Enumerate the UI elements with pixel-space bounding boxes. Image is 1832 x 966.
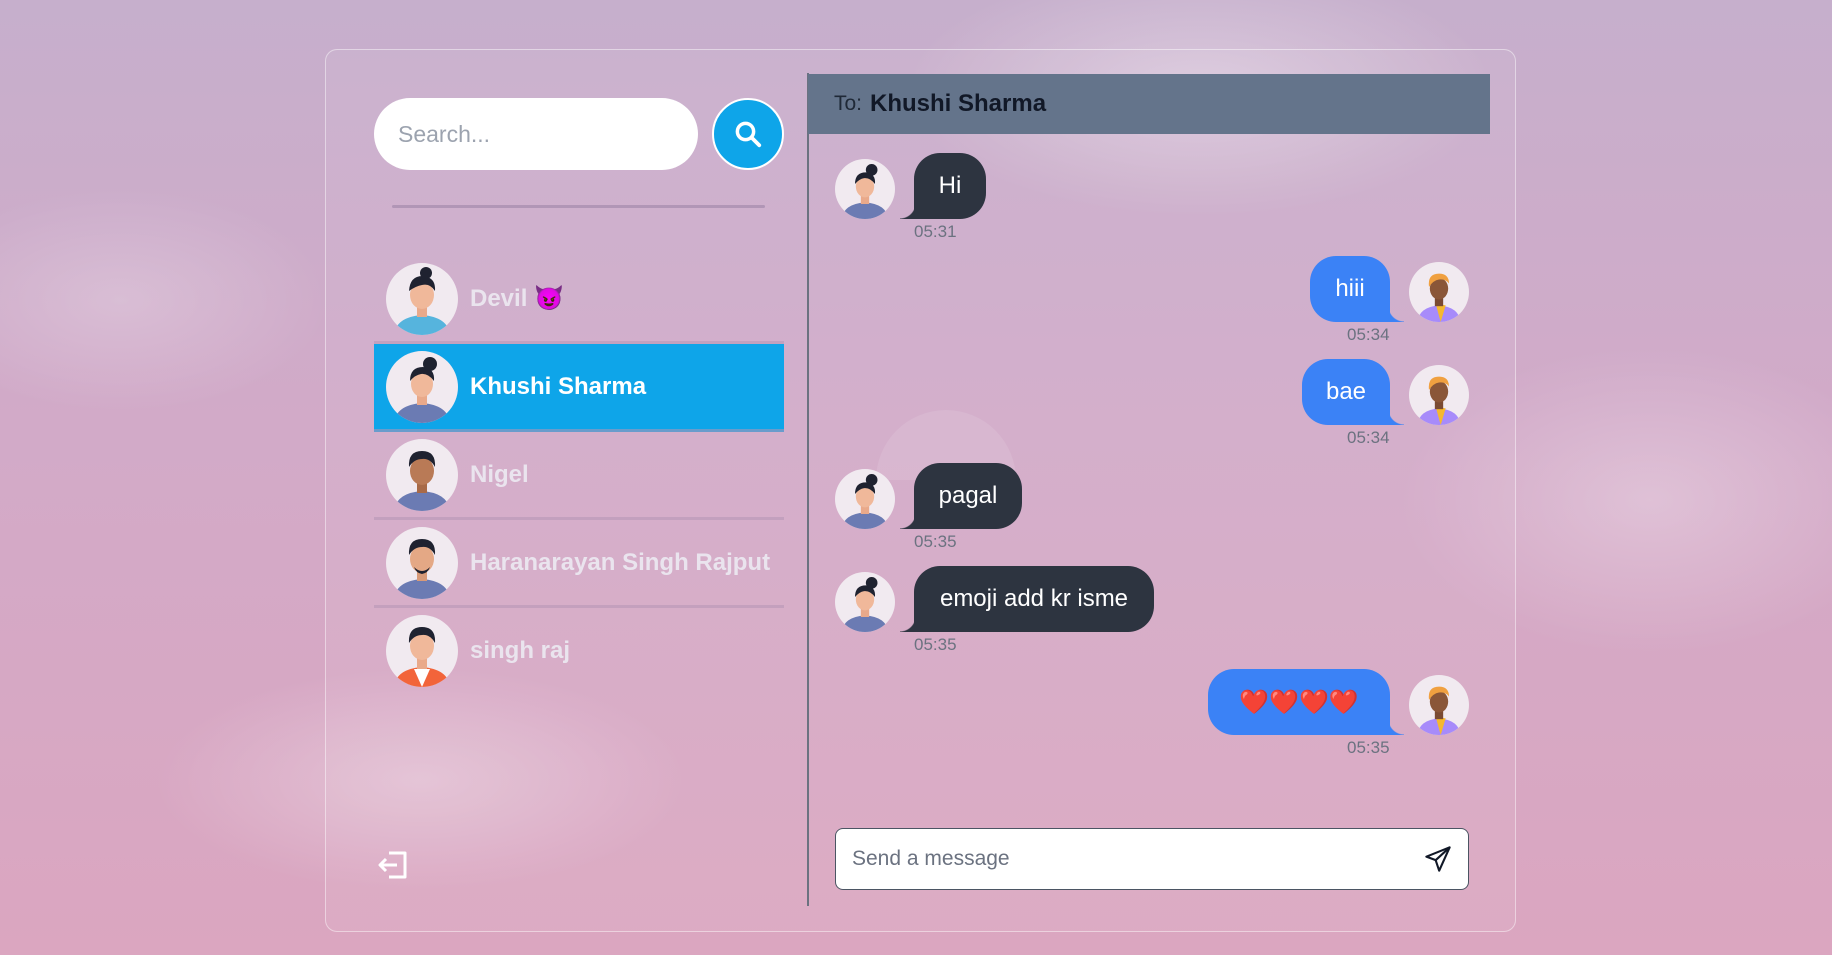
- to-label: To:: [834, 92, 863, 115]
- avatar-woman-bun-icon: [835, 572, 895, 632]
- avatar-woman-bun-icon: [835, 469, 895, 529]
- user-name: singh raj: [470, 636, 571, 664]
- chat-header: To: Khushi Sharma: [808, 74, 1490, 134]
- message-bubble-incoming: emoji add kr isme: [900, 566, 1154, 632]
- message-time: 05:34: [1347, 325, 1390, 344]
- user-item-haranarayan-singh-rajput[interactable]: Haranarayan Singh Rajput: [374, 520, 784, 608]
- avatar-man-yellow-scarf-icon: [1409, 675, 1469, 735]
- user-name: Devil 😈: [470, 285, 564, 312]
- user-name: Nigel: [470, 460, 529, 488]
- message-text: ❤️❤️❤️❤️: [1239, 688, 1359, 716]
- logout-icon: [378, 851, 407, 879]
- message-input[interactable]: [836, 829, 1428, 889]
- message-bubble-incoming: Hi: [900, 153, 986, 219]
- message-composer: [835, 828, 1469, 890]
- avatar-woman-bun-icon: [386, 350, 458, 423]
- search-icon: [735, 121, 762, 148]
- recipient-name: Khushi Sharma: [870, 90, 1047, 117]
- search-divider: [392, 205, 765, 208]
- avatar-man-yellow-scarf-icon: [1409, 365, 1469, 425]
- send-button[interactable]: [1424, 845, 1452, 873]
- avatar-man-purple-icon: [386, 526, 458, 599]
- user-item-khushi-sharma[interactable]: Khushi Sharma: [374, 344, 784, 432]
- message-text: emoji add kr isme: [939, 585, 1129, 612]
- search-button[interactable]: [712, 98, 784, 170]
- user-item-singh-raj[interactable]: singh raj: [374, 608, 784, 693]
- avatar-man-blue-icon: [386, 262, 458, 335]
- message-text: bae: [1325, 378, 1367, 405]
- message-text: pagal: [938, 482, 998, 509]
- message-bubble-outgoing: bae: [1302, 359, 1404, 425]
- message-time: 05:34: [1347, 428, 1390, 447]
- send-icon: [1425, 846, 1451, 872]
- message-text: hiii: [1335, 275, 1365, 302]
- message-text: Hi: [938, 172, 962, 199]
- message-time: 05:35: [914, 635, 957, 654]
- column-divider: [807, 73, 809, 906]
- message-bubble-outgoing: hiii: [1310, 256, 1404, 322]
- user-list: Devil 😈 Khushi Sharma Nigel Haranarayan …: [374, 256, 784, 693]
- user-item-nigel[interactable]: Nigel: [374, 432, 784, 520]
- search-input[interactable]: [374, 98, 698, 170]
- message-time: 05:35: [1347, 738, 1390, 757]
- logout-button[interactable]: [377, 850, 409, 880]
- avatar-man-yellow-scarf-icon: [1409, 262, 1469, 322]
- message-time: 05:35: [914, 532, 957, 551]
- message-bubble-outgoing: ❤️❤️❤️❤️: [1208, 669, 1404, 735]
- user-item-devil[interactable]: Devil 😈: [374, 256, 784, 344]
- user-name: Khushi Sharma: [470, 372, 647, 400]
- avatar-woman-bun-icon: [835, 159, 895, 219]
- user-name: Haranarayan Singh Rajput: [470, 548, 771, 576]
- avatar-man-dark-icon: [386, 438, 458, 511]
- message-bubble-incoming: pagal: [900, 463, 1022, 529]
- avatar-man-orange-icon: [386, 614, 458, 687]
- message-time: 05:31: [914, 222, 957, 241]
